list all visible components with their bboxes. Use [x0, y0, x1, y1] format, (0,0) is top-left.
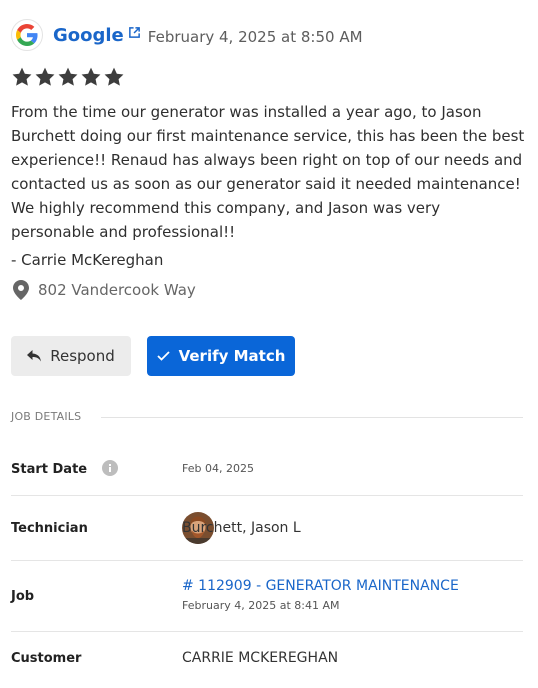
verify-match-label: Verify Match: [178, 347, 286, 365]
job-label: Job: [11, 589, 35, 604]
start-date-value: Feb 04, 2025: [182, 462, 254, 475]
respond-button[interactable]: Respond: [11, 336, 131, 376]
reply-icon: [27, 350, 42, 362]
star-icon: [104, 67, 124, 86]
verify-match-button[interactable]: Verify Match: [147, 336, 295, 376]
section-divider: [101, 417, 523, 418]
review-author: - Carrie McKereghan: [11, 251, 164, 269]
external-link-icon[interactable]: [128, 26, 141, 39]
row-divider: [11, 631, 523, 632]
review-date: February 4, 2025 at 8:50 AM: [147, 28, 363, 46]
customer-label: Customer: [11, 651, 82, 666]
check-icon: [156, 351, 170, 361]
star-icon: [12, 67, 32, 86]
job-details-title: JOB DETAILS: [11, 410, 82, 423]
review-text: From the time our generator was installe…: [11, 103, 525, 241]
start-date-label: Start Date: [11, 460, 118, 480]
location-pin-icon: [13, 280, 29, 300]
technician-name: Burchett, Jason L: [182, 520, 301, 536]
location-text: 802 Vandercook Way: [38, 281, 196, 299]
info-icon[interactable]: [101, 460, 118, 480]
start-date-label-text: Start Date: [11, 462, 88, 477]
review-source-link[interactable]: Google: [53, 25, 124, 46]
google-logo-icon: [11, 19, 43, 51]
job-link[interactable]: # 112909 - GENERATOR MAINTENANCE: [182, 578, 459, 594]
technician-label: Technician: [11, 521, 88, 536]
respond-label: Respond: [50, 347, 115, 365]
customer-name: CARRIE MCKEREGHAN: [182, 650, 339, 666]
review-location: 802 Vandercook Way: [13, 280, 196, 300]
star-icon: [81, 67, 101, 86]
star-icon: [58, 67, 78, 86]
review-header: Google February 4, 2025 at 8:50 AM: [11, 18, 363, 52]
row-divider: [11, 495, 523, 496]
row-divider: [11, 560, 523, 561]
star-icon: [35, 67, 55, 86]
job-date: February 4, 2025 at 8:41 AM: [182, 599, 340, 612]
star-rating: [11, 66, 125, 88]
